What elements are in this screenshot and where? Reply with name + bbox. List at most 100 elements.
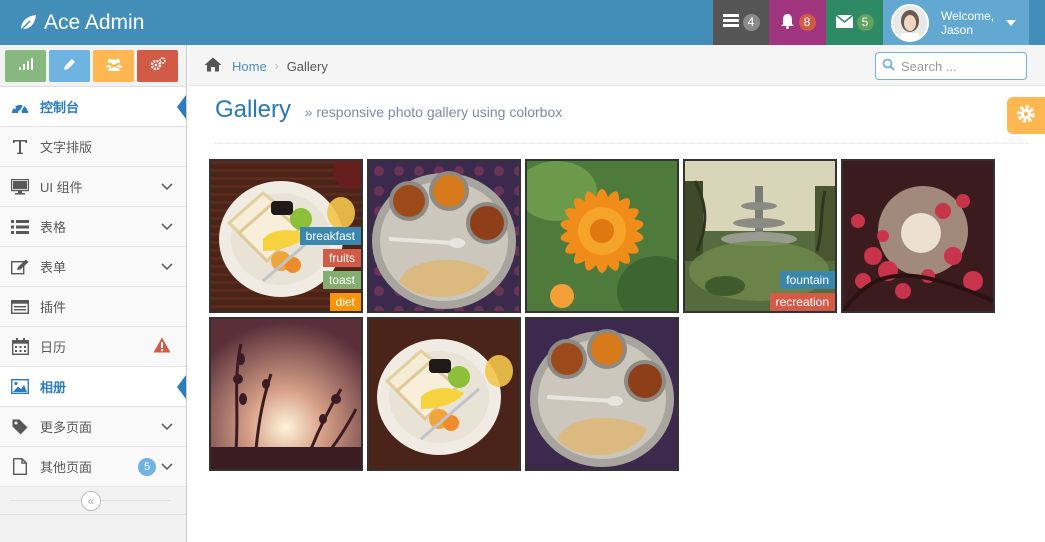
- messages-count-badge: 5: [856, 14, 874, 31]
- sidebar-item-label: UI 组件: [40, 180, 83, 195]
- sidebar-item-label: 控制台: [40, 100, 80, 115]
- chevron-down-icon: [158, 258, 176, 276]
- sidebar-shortcuts: [0, 45, 186, 87]
- sidebar: 控制台 文字排版 UI 组件 表格 表单 插件 日历 相册 更多页面 其他页面 …: [0, 45, 187, 542]
- sidebar-item-tables[interactable]: 表格: [0, 207, 186, 247]
- breadcrumb-current: Gallery: [286, 58, 328, 74]
- gallery-thumbnail[interactable]: [525, 317, 679, 471]
- notifications-count-badge: 8: [798, 14, 816, 31]
- breadcrumb-home-link[interactable]: Home: [232, 59, 267, 74]
- page-subtitle: » responsive photo gallery using colorbo…: [304, 104, 563, 120]
- shortcut-settings-button[interactable]: [137, 49, 178, 82]
- image-tag: recreation: [769, 293, 835, 311]
- users-icon: [105, 58, 122, 74]
- breadcrumb-bar: Home › Gallery: [188, 45, 1045, 86]
- calendar-icon: [10, 338, 30, 356]
- ace-settings-button[interactable]: [1007, 97, 1045, 134]
- dashboard-icon: [10, 98, 30, 116]
- brand-name: Ace Admin: [44, 11, 145, 34]
- breakfast-photo: [369, 319, 519, 469]
- flower-photo: [527, 161, 677, 311]
- page-title: Gallery: [215, 96, 292, 123]
- sidebar-item-label: 文字排版: [40, 140, 93, 155]
- shortcut-stats-button[interactable]: [5, 49, 46, 82]
- shortcut-edit-button[interactable]: [49, 49, 90, 82]
- gallery-thumbnail[interactable]: [367, 159, 521, 313]
- image-tag: toast: [322, 271, 361, 289]
- notifications-button[interactable]: 8: [769, 0, 826, 45]
- image-tag: fountain: [780, 271, 835, 289]
- tasks-count-badge: 4: [742, 14, 760, 31]
- user-name: Jason: [941, 22, 974, 37]
- double-angle-left-icon: «: [87, 494, 95, 508]
- bougainvillea-photo: [843, 161, 993, 311]
- pencil-icon: [63, 58, 76, 74]
- chevron-down-icon: [158, 418, 176, 436]
- bell-icon: [780, 13, 795, 32]
- tasks-icon: [722, 14, 739, 31]
- messages-button[interactable]: 5: [826, 0, 883, 45]
- chevron-down-icon: [158, 458, 176, 476]
- user-menu[interactable]: Welcome, Jason: [883, 0, 1029, 45]
- sidebar-item-calendar[interactable]: 日历: [0, 327, 186, 367]
- gallery-thumbnail[interactable]: [841, 159, 995, 313]
- sidebar-item-label: 更多页面: [40, 420, 93, 435]
- sidebar-item-typography[interactable]: 文字排版: [0, 127, 186, 167]
- sidebar-collapse: «: [0, 487, 186, 515]
- sidebar-item-dashboard[interactable]: 控制台: [0, 87, 186, 127]
- breadcrumb-separator-icon: ›: [274, 59, 279, 73]
- gallery-thumbnail[interactable]: [525, 159, 679, 313]
- text-icon: [10, 138, 30, 156]
- warning-icon: [153, 337, 171, 356]
- search-input[interactable]: [901, 58, 1021, 74]
- sunset-photo: [211, 319, 361, 469]
- cog-icon: [1016, 104, 1036, 127]
- shortcut-users-button[interactable]: [93, 49, 134, 82]
- sidebar-item-label: 其他页面: [40, 460, 93, 475]
- avatar: [891, 3, 929, 42]
- sidebar-item-label: 相册: [40, 380, 67, 395]
- image-tags: breakfast fruits toast diet: [299, 223, 361, 311]
- leaf-icon: [18, 13, 38, 33]
- sidebar-item-label: 插件: [40, 300, 67, 315]
- welcome-label: Welcome,: [941, 8, 995, 23]
- sidebar-item-label: 表格: [40, 220, 67, 235]
- gallery-thumbnail[interactable]: [209, 317, 363, 471]
- search-box: [875, 52, 1027, 80]
- home-icon: [204, 57, 222, 75]
- gallery-thumbnail[interactable]: [367, 317, 521, 471]
- sidebar-item-gallery[interactable]: 相册: [0, 367, 186, 407]
- sidebar-item-more-pages[interactable]: 更多页面: [0, 407, 186, 447]
- edit-icon: [10, 258, 30, 276]
- thali-photo: [369, 161, 519, 311]
- brand[interactable]: Ace Admin: [18, 9, 144, 37]
- search-icon: [882, 58, 895, 74]
- tag-icon: [10, 418, 30, 436]
- tasks-button[interactable]: 4: [713, 0, 769, 45]
- sidebar-item-label: 表单: [40, 260, 67, 275]
- signal-icon: [18, 58, 33, 73]
- cogs-icon: [150, 57, 166, 74]
- other-pages-badge: 5: [138, 457, 156, 476]
- chevron-down-icon: [158, 178, 176, 196]
- welcome-text: Welcome, Jason: [941, 9, 994, 37]
- page-header: Gallery » responsive photo gallery using…: [215, 96, 1028, 144]
- sidebar-item-widgets[interactable]: 插件: [0, 287, 186, 327]
- sidebar-item-label: 日历: [40, 340, 67, 355]
- gallery-thumbnail[interactable]: fountain recreation: [683, 159, 837, 313]
- sidebar-item-ui-elements[interactable]: UI 组件: [0, 167, 186, 207]
- list-icon: [10, 218, 30, 236]
- sidebar-item-forms[interactable]: 表单: [0, 247, 186, 287]
- collapse-sidebar-button[interactable]: «: [81, 491, 101, 511]
- navbar: Ace Admin 4 8 5 Welcome, Jason: [0, 0, 1045, 45]
- image-tag: fruits: [322, 249, 361, 267]
- image-tags: fountain recreation: [769, 267, 835, 311]
- picture-icon: [10, 378, 30, 396]
- gallery-thumbnail[interactable]: breakfast fruits toast diet: [209, 159, 363, 313]
- envelope-icon: [835, 13, 853, 31]
- sidebar-item-other-pages[interactable]: 其他页面 5: [0, 447, 186, 487]
- desktop-icon: [10, 178, 30, 196]
- caret-down-icon: [1006, 19, 1017, 26]
- file-icon: [10, 458, 30, 476]
- widget-icon: [10, 298, 30, 316]
